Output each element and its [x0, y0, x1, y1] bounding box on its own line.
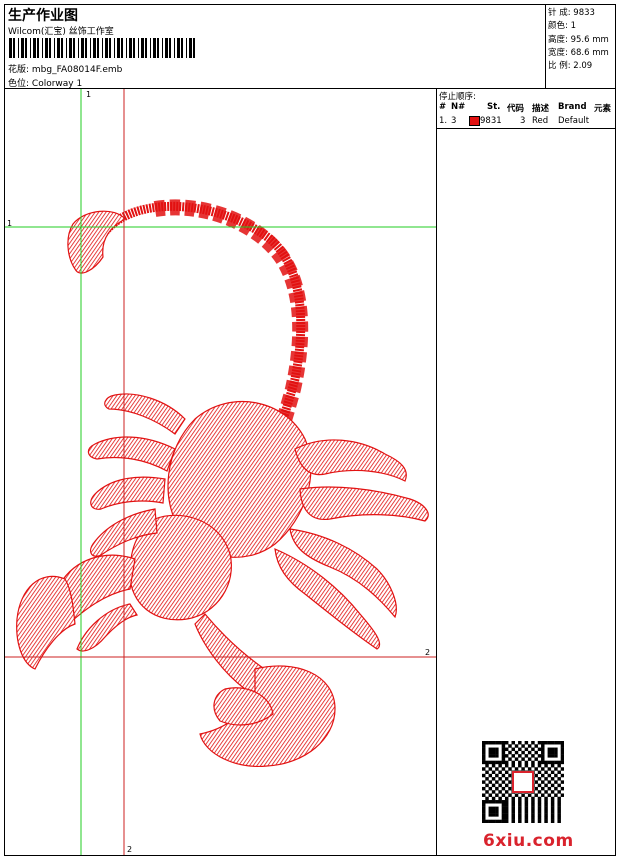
stat-width: 宽度: 68.6 mm — [548, 47, 609, 58]
row-brand: Default — [558, 116, 590, 126]
guide-v2-label: 2 — [127, 845, 133, 854]
stat-height: 高度: 95.6 mm — [548, 34, 609, 45]
stat-stitches: 针 成: 9833 — [548, 8, 595, 18]
leg-right-1 — [294, 439, 407, 482]
sheet-header: 生产作业图 Wilcom(汇宝) 丝饰工作室 花版: mbg_FA08014F.… — [5, 5, 546, 89]
col-index: # — [439, 102, 447, 112]
scorpion-design — [16, 199, 429, 767]
guide-h1-label: 1 — [7, 219, 13, 228]
stat-colors: 颜色: 1 — [548, 21, 576, 32]
col-needle: N# — [451, 102, 466, 112]
barcode — [9, 38, 199, 58]
company-name: Wilcom(汇宝) 丝饰工作室 — [8, 27, 114, 37]
leg-left-1 — [104, 393, 186, 435]
watermark-logo: 6xiu.com — [483, 831, 574, 851]
guide-v1-label: 1 — [86, 90, 92, 99]
design-label: 花版: — [8, 65, 32, 75]
leg-right-2 — [299, 486, 429, 522]
color-swatch — [469, 116, 480, 126]
production-sheet: 生产作业图 Wilcom(汇宝) 丝饰工作室 花版: mbg_FA08014F.… — [4, 4, 616, 856]
stat-scale: 比 例: 2.09 — [548, 61, 593, 72]
colorway-value: Colorway 1 — [31, 79, 83, 89]
page-title: 生产作业图 — [8, 8, 78, 24]
guide-h2-label: 2 — [425, 648, 431, 657]
col-desc: 描述 — [532, 104, 550, 114]
design-file-line: 花版: mbg_FA08014F.emb — [8, 62, 122, 75]
colorway-line: 色位: Colorway 1 — [8, 76, 82, 89]
row-code: 3 — [520, 116, 526, 126]
leg-left-2 — [87, 436, 176, 472]
stop-sequence-table: 停止顺序: # N# St. 代码 描述 Brand 元素 1. 3 9831 … — [437, 89, 616, 129]
col-code: 代码 — [507, 104, 525, 114]
col-stitches: St. — [487, 102, 501, 112]
row-needle: 3 — [451, 116, 457, 126]
stinger — [67, 210, 126, 274]
col-brand: Brand — [558, 102, 587, 112]
design-stats: 针 成: 9833 颜色: 1 高度: 95.6 mm 宽度: 68.6 mm … — [546, 5, 616, 89]
qr-code — [482, 741, 564, 823]
design-file: mbg_FA08014F.emb — [31, 65, 123, 75]
left-feeler — [76, 603, 138, 652]
design-canvas: 1 1 2 2 — [5, 89, 437, 855]
left-pincer — [16, 575, 76, 670]
row-index: 1. — [439, 116, 448, 126]
stop-sequence-title: 停止顺序: — [439, 92, 476, 102]
col-element: 元素 — [594, 104, 612, 114]
row-stitches: 9831 — [480, 116, 502, 126]
leg-left-3 — [90, 476, 166, 510]
colorway-label: 色位: — [8, 79, 32, 89]
row-desc: Red — [532, 116, 549, 126]
embroidery-preview — [5, 89, 436, 855]
